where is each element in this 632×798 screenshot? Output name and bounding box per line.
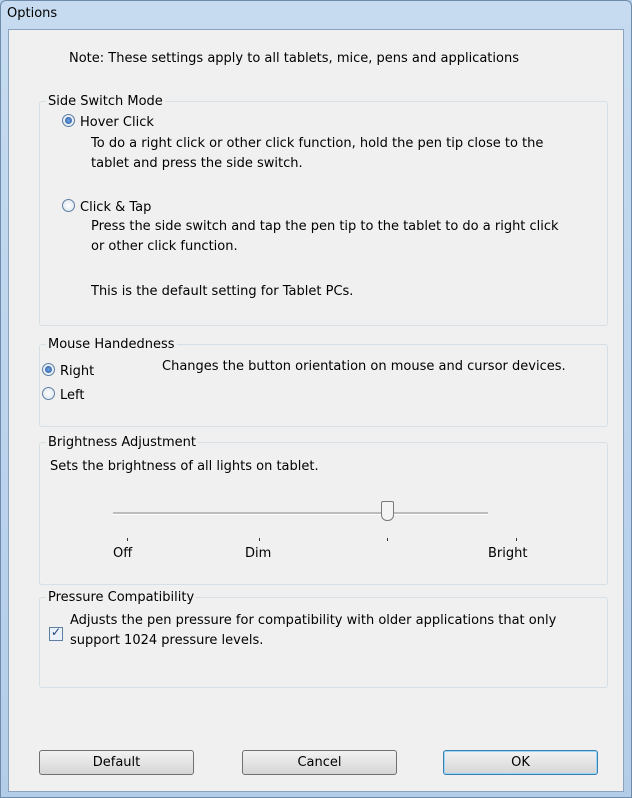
tick-mid [387,538,388,541]
side-switch-legend: Side Switch Mode [48,94,163,109]
ok-button[interactable]: OK [443,750,598,775]
label-dim: Dim [245,546,272,561]
window-title: Options [7,6,58,21]
note-text: Note: These settings apply to all tablet… [69,51,519,66]
checkbox-checked-icon [49,625,63,641]
hover-click-desc-2: tablet and press the side switch. [91,156,303,171]
default-button[interactable]: Default [39,750,194,775]
tick-dim [259,538,260,541]
click-tap-label: Click & Tap [80,200,152,215]
brightness-legend: Brightness Adjustment [48,435,197,450]
radio-selected-icon [42,363,55,376]
hover-click-desc-1: To do a right click or other click funct… [91,136,544,151]
handedness-desc: Changes the button orientation on mouse … [162,359,566,374]
dialog-body: Note: These settings apply to all tablet… [8,29,624,792]
handedness-legend: Mouse Handedness [48,337,175,352]
tick-off [127,538,128,541]
label-bright: Bright [488,546,528,561]
right-hand-label: Right [60,364,95,379]
left-hand-label: Left [60,388,85,403]
radio-unselected-icon [42,387,55,400]
pressure-checkbox[interactable] [49,625,63,645]
right-hand-radio[interactable]: Right [42,363,94,379]
hover-click-label: Hover Click [80,115,154,130]
default-setting-note: This is the default setting for Tablet P… [91,284,354,299]
radio-unselected-icon [62,199,75,212]
pressure-desc-2: support 1024 pressure levels. [70,633,264,648]
label-off: Off [113,546,133,561]
brightness-slider[interactable]: Off Dim Bright [9,450,623,570]
click-tap-radio[interactable]: Click & Tap [62,199,151,215]
left-hand-radio[interactable]: Left [42,387,84,403]
handedness-group: Mouse Handedness [39,337,608,427]
pressure-legend: Pressure Compatibility [48,590,195,605]
radio-selected-icon [62,114,75,127]
options-window: Options Note: These settings apply to al… [0,0,632,798]
hover-click-radio[interactable]: Hover Click [62,114,154,130]
slider-track [113,512,488,515]
slider-thumb[interactable] [380,501,394,521]
click-tap-desc-2: or other click function. [91,239,238,254]
tick-bright [516,538,517,541]
click-tap-desc-1: Press the side switch and tap the pen ti… [91,219,559,234]
title-bar[interactable]: Options [1,1,631,29]
pressure-desc-1: Adjusts the pen pressure for compatibili… [70,613,557,628]
cancel-button[interactable]: Cancel [242,750,397,775]
